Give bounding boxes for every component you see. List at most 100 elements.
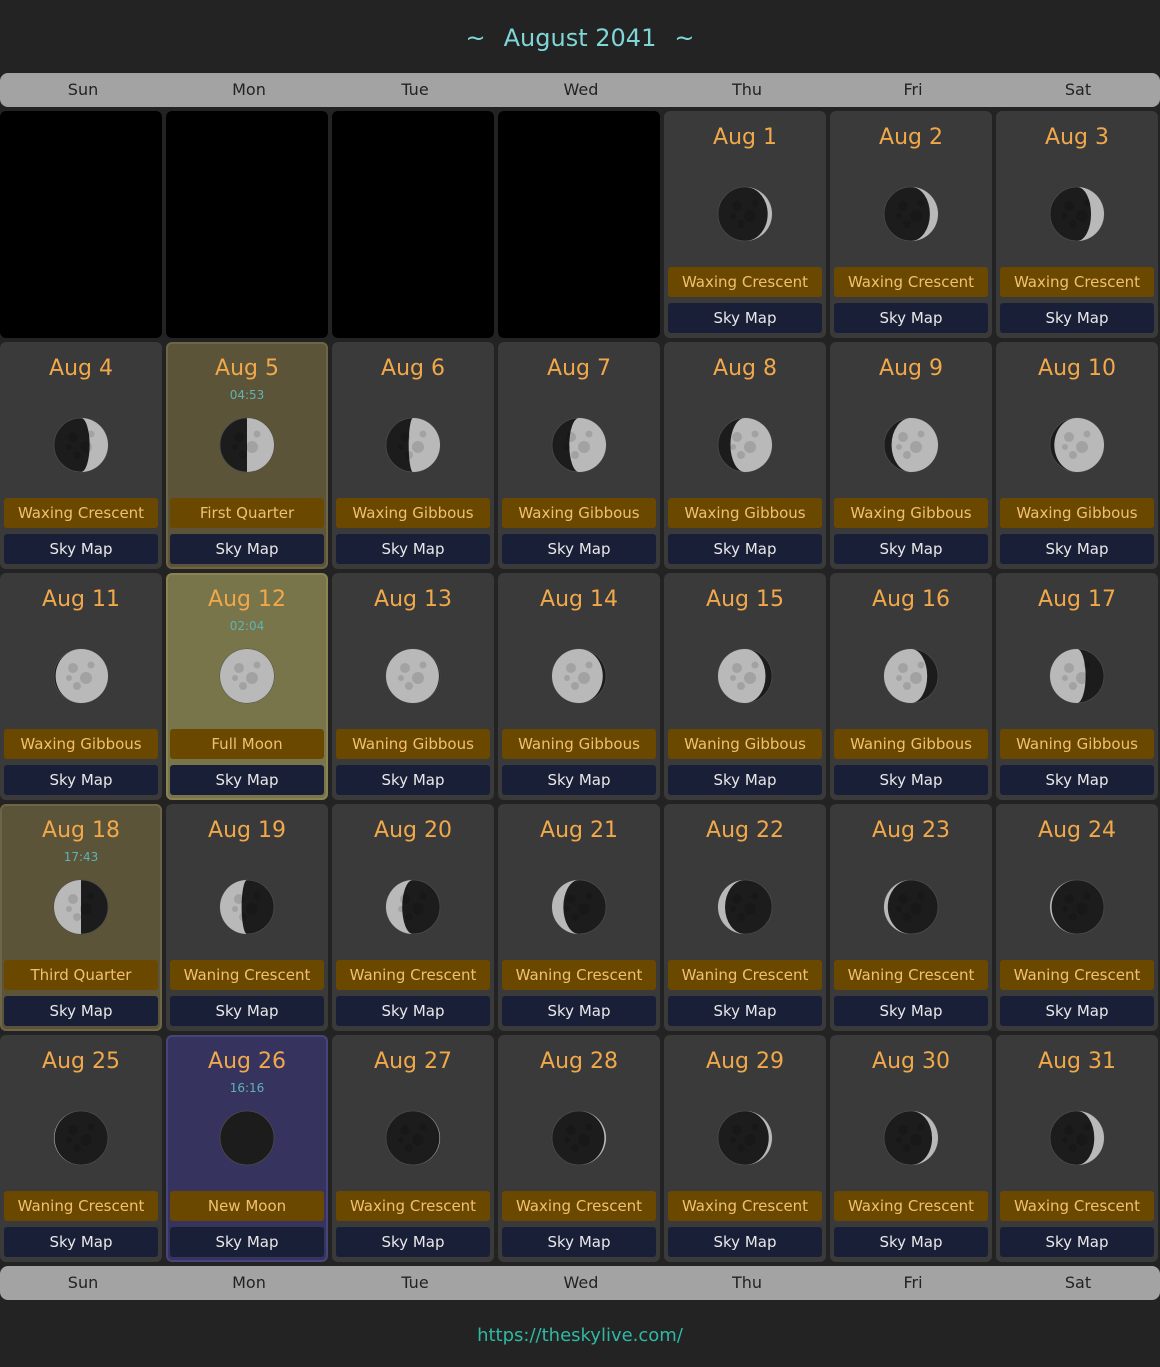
moon-phase-icon [1049, 648, 1105, 704]
month-title: August 2041 [503, 24, 657, 52]
title-decoration-right: ~ [674, 24, 695, 52]
phase-name-label: Waning Gibbous [336, 729, 490, 759]
day-date: Aug 3 [1045, 125, 1109, 150]
day-cell: Aug 19 Waning Crescent Sky Map [166, 804, 328, 1031]
moon-phase-icon [883, 186, 939, 242]
sky-map-button[interactable]: Sky Map [336, 996, 490, 1026]
moon-phase-icon [53, 1110, 109, 1166]
phase-name-label: Waxing Gibbous [336, 498, 490, 528]
sky-map-button[interactable]: Sky Map [170, 534, 324, 564]
phase-name-label: Waning Gibbous [668, 729, 822, 759]
sky-map-button[interactable]: Sky Map [1000, 765, 1154, 795]
day-date: Aug 1 [713, 125, 777, 150]
sky-map-button[interactable]: Sky Map [668, 765, 822, 795]
day-date: Aug 4 [49, 356, 113, 381]
moon-phase-icon [385, 648, 441, 704]
day-cell: Aug 10 Waxing Gibbous Sky Map [996, 342, 1158, 569]
sky-map-button[interactable]: Sky Map [834, 996, 988, 1026]
sky-map-button[interactable]: Sky Map [170, 996, 324, 1026]
sky-map-button[interactable]: Sky Map [668, 303, 822, 333]
day-date: Aug 18 [42, 818, 120, 843]
moon-phase-icon [385, 879, 441, 935]
phase-name-label: New Moon [170, 1191, 324, 1221]
phase-name-label: Waxing Crescent [668, 1191, 822, 1221]
phase-name-label: Waning Crescent [4, 1191, 158, 1221]
phase-name-label: Waning Gibbous [1000, 729, 1154, 759]
footer-link[interactable]: https://theskylive.com/ [0, 1322, 1160, 1350]
sky-map-button[interactable]: Sky Map [502, 1227, 656, 1257]
sky-map-button[interactable]: Sky Map [668, 534, 822, 564]
moon-phase-icon [219, 1110, 275, 1166]
sky-map-button[interactable]: Sky Map [1000, 996, 1154, 1026]
sky-map-button[interactable]: Sky Map [4, 765, 158, 795]
sky-map-button[interactable]: Sky Map [502, 996, 656, 1026]
weekday-label: Tue [401, 1273, 429, 1292]
day-date: Aug 27 [374, 1049, 452, 1074]
sky-map-button[interactable]: Sky Map [834, 765, 988, 795]
day-cell: Aug 20 Waning Crescent Sky Map [332, 804, 494, 1031]
moon-phase-icon [1049, 186, 1105, 242]
weekday-label: Mon [232, 1273, 266, 1292]
day-date: Aug 30 [872, 1049, 950, 1074]
day-date: Aug 29 [706, 1049, 784, 1074]
sky-map-button[interactable]: Sky Map [4, 534, 158, 564]
sky-map-button[interactable]: Sky Map [336, 534, 490, 564]
day-cell: Aug 30 Waxing Crescent Sky Map [830, 1035, 992, 1262]
weekday-label: Thu [731, 80, 763, 99]
day-cell: Aug 25 Waning Crescent Sky Map [0, 1035, 162, 1262]
sky-map-button[interactable]: Sky Map [170, 1227, 324, 1257]
phase-name-label: Waning Gibbous [502, 729, 656, 759]
weekday-label: Thu [731, 1273, 763, 1292]
day-cell: Aug 29 Waxing Crescent Sky Map [664, 1035, 826, 1262]
day-cell: Aug 16 Waning Gibbous Sky Map [830, 573, 992, 800]
empty-day-cell [0, 111, 162, 338]
moon-phase-icon [551, 648, 607, 704]
sky-map-button[interactable]: Sky Map [1000, 303, 1154, 333]
day-cell: Aug 13 Waning Gibbous Sky Map [332, 573, 494, 800]
sky-map-button[interactable]: Sky Map [834, 303, 988, 333]
day-cell: Aug 26 16:16 New Moon Sky Map [166, 1035, 328, 1262]
sky-map-button[interactable]: Sky Map [502, 765, 656, 795]
phase-name-label: Waning Crescent [1000, 960, 1154, 990]
sky-map-button[interactable]: Sky Map [834, 1227, 988, 1257]
weekday-label: Fri [903, 80, 923, 99]
moon-phase-icon [551, 879, 607, 935]
weekday-label: Sat [1064, 1273, 1092, 1292]
sky-map-button[interactable]: Sky Map [668, 1227, 822, 1257]
weekday-label: Sun [67, 1273, 99, 1292]
day-date: Aug 24 [1038, 818, 1116, 843]
sky-map-button[interactable]: Sky Map [834, 534, 988, 564]
weekday-label: Tue [401, 80, 429, 99]
day-date: Aug 17 [1038, 587, 1116, 612]
sky-map-button[interactable]: Sky Map [170, 765, 324, 795]
moon-phase-icon [53, 879, 109, 935]
sky-map-button[interactable]: Sky Map [502, 534, 656, 564]
weekday-label: Wed [563, 80, 599, 99]
sky-map-button[interactable]: Sky Map [4, 996, 158, 1026]
phase-time: 04:53 [229, 388, 265, 402]
phase-name-label: Full Moon [170, 729, 324, 759]
day-cell: Aug 5 04:53 First Quarter Sky Map [166, 342, 328, 569]
phase-name-label: Waxing Gibbous [4, 729, 158, 759]
sky-map-button[interactable]: Sky Map [1000, 534, 1154, 564]
sky-map-button[interactable]: Sky Map [336, 1227, 490, 1257]
sky-map-button[interactable]: Sky Map [668, 996, 822, 1026]
empty-day-cell [498, 111, 660, 338]
moon-phase-icon [883, 417, 939, 473]
sky-map-button[interactable]: Sky Map [1000, 1227, 1154, 1257]
sky-map-button[interactable]: Sky Map [336, 765, 490, 795]
calendar-title: ~ August 2041 ~ [0, 18, 1160, 58]
day-date: Aug 25 [42, 1049, 120, 1074]
day-date: Aug 22 [706, 818, 784, 843]
moon-phase-icon [717, 1110, 773, 1166]
day-cell: Aug 14 Waning Gibbous Sky Map [498, 573, 660, 800]
weekday-label: Wed [563, 1273, 599, 1292]
moon-phase-icon [1049, 417, 1105, 473]
moon-phase-icon [551, 417, 607, 473]
day-cell: Aug 12 02:04 Full Moon Sky Map [166, 573, 328, 800]
moon-phase-icon [717, 417, 773, 473]
sky-map-button[interactable]: Sky Map [4, 1227, 158, 1257]
moon-phase-icon [883, 1110, 939, 1166]
day-date: Aug 13 [374, 587, 452, 612]
moon-phase-icon [385, 417, 441, 473]
